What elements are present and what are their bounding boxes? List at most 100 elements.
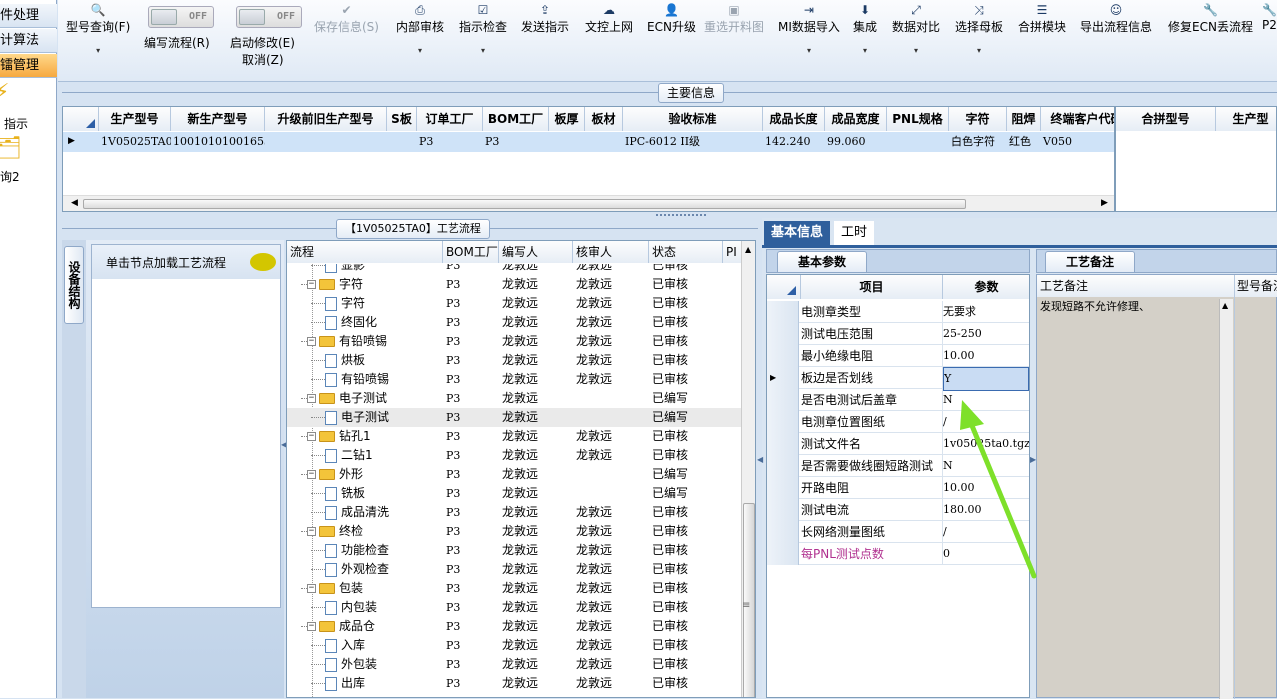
vertical-scrollbar[interactable]: ▲	[741, 241, 755, 697]
column-header[interactable]: 成品长度	[763, 107, 825, 131]
tab-basic-info[interactable]: 基本信息	[764, 221, 830, 245]
collapse-icon[interactable]: −	[307, 337, 316, 346]
nav-item-2[interactable]: 计算法	[0, 29, 57, 53]
row-header[interactable]	[767, 301, 799, 323]
row-header[interactable]	[767, 477, 799, 499]
table-cell[interactable]	[265, 132, 387, 152]
select-motherboard-button[interactable]: ⤨ 选择母板 ▾	[955, 2, 1003, 57]
tree-node[interactable]: 终固化	[311, 313, 377, 332]
p2n-button[interactable]: 🔧P2N	[1262, 2, 1277, 32]
reselect-cut-drawing-button[interactable]: ▣ 重选开料图	[704, 2, 764, 35]
column-header[interactable]: 验收标准	[623, 107, 763, 131]
table-cell[interactable]: 白色字符	[949, 132, 1007, 152]
tree-node[interactable]: − 有铅喷锡	[301, 332, 387, 351]
table-cell[interactable]	[549, 132, 585, 152]
repair-ecn-flow-button[interactable]: 🔧 修复ECN丢流程	[1168, 2, 1253, 35]
combine-module-button[interactable]: ☰ 合拼模块	[1018, 2, 1066, 35]
notes-scrollbar[interactable]: ▲	[1219, 299, 1233, 699]
horizontal-scrollbar[interactable]: ◀ ▶	[63, 195, 1114, 211]
tree-row[interactable]: − 字符 P3 龙敦远 龙敦远 已审核	[287, 275, 741, 294]
ecn-upgrade-button[interactable]: 👤 ECN升级	[647, 2, 696, 35]
tree-row[interactable]: 有铅喷锡 P3 龙敦远 龙敦远 已审核	[287, 370, 741, 389]
tree-node[interactable]: − 成品仓	[301, 617, 375, 636]
column-header[interactable]: 状态	[649, 241, 723, 263]
internal-review-button[interactable]: ⎙ 内部审核 ▾	[396, 2, 444, 57]
tree-node[interactable]: 字符	[311, 294, 365, 313]
row-header[interactable]	[767, 543, 799, 565]
model-query-button[interactable]: 🔍 型号查询(F) ▾	[66, 2, 130, 57]
main-info-title[interactable]: 主要信息	[658, 83, 725, 103]
collapse-icon[interactable]: −	[307, 584, 316, 593]
row-header[interactable]	[767, 323, 799, 345]
tree-node[interactable]: 烘板	[311, 351, 365, 370]
collapse-icon[interactable]: −	[307, 527, 316, 536]
column-header[interactable]: 阻焊	[1007, 107, 1041, 131]
splitter-handle[interactable]	[656, 214, 706, 218]
tree-node[interactable]: 外包装	[311, 655, 377, 674]
table-cell[interactable]: 10010101001653	[171, 132, 265, 152]
tree-node[interactable]: 外观检查	[311, 560, 389, 579]
column-header[interactable]: 板材	[585, 107, 623, 131]
nav-item-1[interactable]: 件处理	[0, 4, 57, 28]
tree-node[interactable]: − 钻孔1	[301, 427, 371, 446]
scroll-up-icon[interactable]: ▲	[1222, 301, 1228, 310]
row-header[interactable]: ▶	[767, 367, 799, 389]
tree-row[interactable]: 功能检查 P3 龙敦远 龙敦远 已审核	[287, 541, 741, 560]
param-row[interactable]: 电测章类型 无要求	[767, 301, 1029, 323]
device-structure-tab[interactable]: 设备结构	[64, 246, 84, 324]
column-header[interactable]: 核审人	[573, 241, 649, 263]
tree-row[interactable]: 电子测试 P3 龙敦远 已编写	[287, 408, 741, 427]
send-indication-button[interactable]: ⇪ 发送指示	[521, 2, 569, 35]
nav-label-query2[interactable]: 询2	[0, 168, 20, 185]
tree-row[interactable]: − 成品仓 P3 龙敦远 龙敦远 已审核	[287, 617, 741, 636]
tree-node[interactable]: − 终检	[301, 522, 363, 541]
row-header[interactable]	[767, 455, 799, 477]
scroll-up-icon[interactable]: ▲	[745, 245, 751, 254]
edit-flow-toggle[interactable]: OFF	[148, 6, 214, 28]
grip-icon[interactable]: ≡	[742, 600, 750, 611]
param-row[interactable]: 最小绝缘电阻 10.00	[767, 345, 1029, 367]
collapse-left-icon[interactable]: ◀	[757, 455, 763, 464]
tab-work-hours[interactable]: 工时	[834, 221, 874, 245]
tree-row[interactable]: − 外形 P3 龙敦远 已编写	[287, 465, 741, 484]
tree-node[interactable]: 入库	[311, 636, 365, 655]
row-header[interactable]	[767, 345, 799, 367]
tree-row[interactable]: 显影 P3 龙敦远 龙敦远 已审核	[287, 264, 741, 275]
row-header[interactable]	[767, 499, 799, 521]
collapse-icon[interactable]: −	[307, 280, 316, 289]
column-header[interactable]: 字符	[949, 107, 1007, 131]
tree-row[interactable]: − 钻孔1 P3 龙敦远 龙敦远 已审核	[287, 427, 741, 446]
column-header[interactable]: PI	[723, 241, 743, 263]
process-title[interactable]: 【1V05025TA0】工艺流程	[336, 219, 490, 239]
table-cell[interactable]: P3	[417, 132, 483, 152]
tree-row[interactable]: 烘板 P3 龙敦远 龙敦远 已审核	[287, 351, 741, 370]
nav-label-indicate[interactable]: 指示	[4, 115, 28, 132]
column-header[interactable]: 升级前旧生产型号	[265, 107, 387, 131]
table-cell[interactable]	[585, 132, 623, 152]
column-header[interactable]: 生产型	[1216, 107, 1276, 131]
tree-row[interactable]: 成品清洗 P3 龙敦远 龙敦远 已审核	[287, 503, 741, 522]
table-cell[interactable]	[387, 132, 417, 152]
tree-node[interactable]: 有铅喷锡	[311, 370, 389, 389]
tree-row[interactable]: 外观检查 P3 龙敦远 龙敦远 已审核	[287, 560, 741, 579]
tree-node[interactable]: 显影	[311, 264, 365, 275]
column-header[interactable]: 新生产型号	[171, 107, 265, 131]
param-row[interactable]: ▶ 板边是否划线 Y	[767, 367, 1029, 391]
scroll-thumb[interactable]	[83, 199, 966, 209]
column-header[interactable]: 项目	[801, 275, 943, 299]
row-header[interactable]	[767, 389, 799, 411]
column-header[interactable]: 参数	[943, 275, 1029, 299]
column-header[interactable]: BOM工厂	[443, 241, 499, 263]
param-value[interactable]: 25-250	[943, 323, 1029, 345]
cancel-label[interactable]: 取消(Z)	[242, 51, 284, 68]
column-header[interactable]: 终端客户代码	[1041, 107, 1114, 131]
tree-row[interactable]: 字符 P3 龙敦远 龙敦远 已审核	[287, 294, 741, 313]
collapse-icon[interactable]: −	[307, 394, 316, 403]
param-value[interactable]: Y	[943, 367, 1029, 391]
column-header[interactable]: S板	[387, 107, 417, 131]
tree-node[interactable]: 电子测试	[311, 408, 389, 427]
collapse-icon[interactable]: −	[307, 470, 316, 479]
data-compare-button[interactable]: ⤢ 数据对比 ▾	[892, 2, 940, 57]
param-value[interactable]: 无要求	[943, 301, 1029, 323]
column-header[interactable]: 板厚	[549, 107, 585, 131]
